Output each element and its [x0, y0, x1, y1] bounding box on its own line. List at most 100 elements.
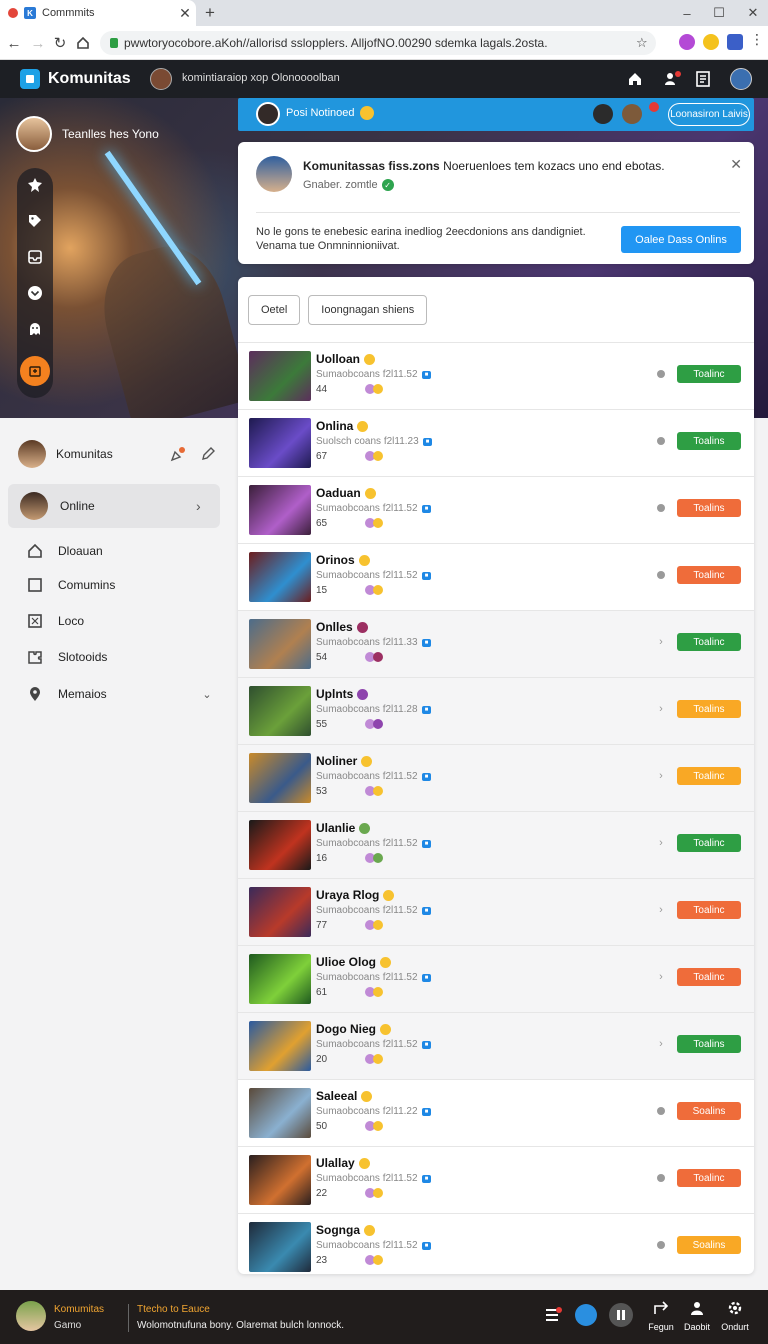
list-item[interactable]: Oaduan Sumaobcoans f2l11.52 ■ 65 Toalins — [238, 476, 754, 543]
inbox-icon[interactable] — [25, 248, 45, 266]
document-icon[interactable] — [693, 69, 713, 89]
status-button[interactable]: Toalins — [677, 700, 741, 718]
status-dot-icon[interactable] — [656, 369, 666, 379]
bookmark-star-icon[interactable]: ☆ — [636, 35, 656, 51]
chevron-down-circle-icon[interactable] — [25, 284, 45, 302]
chevron-right-icon[interactable]: › — [656, 636, 666, 648]
chevron-right-icon[interactable]: › — [656, 904, 666, 916]
status-button[interactable]: Toalinc — [677, 968, 741, 986]
globe-icon[interactable] — [575, 1304, 597, 1326]
tag-icon[interactable] — [25, 212, 45, 230]
app-header: Komunitas komintiaraiop xop Olonoooolban — [0, 60, 768, 98]
list-item[interactable]: Orinos Sumaobcoans f2l11.52 ■ 15 Toalinc — [238, 543, 754, 610]
hero-user[interactable]: Teanlles hes Yono — [16, 116, 159, 152]
list-item[interactable]: Dogo Nieg Sumaobcoans f2l11.52 ■ 20 › Toalins — [238, 1012, 754, 1079]
sidebar-item-comumins[interactable]: Comumins — [26, 576, 216, 594]
status-button[interactable]: Toalins — [677, 432, 741, 450]
minimize-button[interactable]: – — [672, 0, 702, 26]
status-dot-icon[interactable] — [656, 1106, 666, 1116]
status-button[interactable]: Toalinc — [677, 834, 741, 852]
friends-icon[interactable] — [663, 69, 683, 89]
sidebar-item-online[interactable]: Online › — [8, 484, 220, 528]
list-item[interactable]: Ulallay Sumaobcoans f2l11.52 ■ 22 Toalinc — [238, 1146, 754, 1213]
app-logo-icon[interactable] — [20, 69, 40, 89]
list-item[interactable]: Ulioe Olog Sumaobcoans f2l11.52 ■ 61 › Toalin… — [238, 945, 754, 1012]
notification-cta-button[interactable]: Oalee Dass Onlins — [621, 226, 741, 253]
chevron-down-icon[interactable]: ⌄ — [198, 685, 216, 703]
avatar[interactable] — [18, 440, 46, 468]
chevron-right-icon[interactable]: › — [656, 1038, 666, 1050]
forward-icon[interactable]: → — [27, 32, 49, 54]
reaction-icon — [373, 719, 383, 729]
new-tab-button[interactable]: + — [200, 2, 220, 24]
action-fegun[interactable]: Fegun — [641, 1300, 681, 1332]
url-bar[interactable]: pwwtoryocobore.aKoh//allorisd sslopplers… — [100, 31, 656, 55]
list-item[interactable]: Onlles Sumaobcoans f2l11.33 ■ 54 › Toalinc — [238, 610, 754, 677]
status-dot-icon[interactable] — [656, 503, 666, 513]
status-button[interactable]: Toalinc — [677, 767, 741, 785]
browser-tab[interactable]: K Commmits ✕ — [0, 0, 196, 26]
extension-icon[interactable] — [727, 34, 743, 50]
action-label: Daobit — [683, 1322, 710, 1332]
profile-avatar[interactable] — [730, 68, 752, 90]
extension-icon[interactable] — [679, 34, 695, 50]
edit-pencil-icon[interactable] — [198, 444, 218, 464]
status-dot-icon[interactable] — [656, 570, 666, 580]
avatar[interactable] — [256, 156, 292, 192]
list-menu-icon[interactable] — [543, 1305, 563, 1325]
action-daobit[interactable]: Daobit — [677, 1300, 717, 1332]
avatar[interactable] — [256, 102, 280, 126]
status-dot-icon[interactable] — [656, 1240, 666, 1250]
status-button[interactable]: Toalinc — [677, 633, 741, 651]
list-item[interactable]: Saleeal Sumaobcoans f2l11.22 ■ 50 Soalins — [238, 1079, 754, 1146]
menu-kebab-icon[interactable]: ⋮ — [750, 31, 766, 47]
sidebar-item-slotooids[interactable]: Slotooids — [26, 648, 216, 666]
avatar[interactable] — [150, 68, 172, 90]
list-item[interactable]: Ulanlie Sumaobcoans f2l11.52 ■ 16 › Toalinc — [238, 811, 754, 878]
status-button[interactable]: Soalins — [677, 1102, 741, 1120]
add-friend-icon[interactable] — [168, 444, 188, 464]
avatar[interactable] — [16, 1301, 46, 1331]
back-icon[interactable]: ← — [3, 32, 25, 54]
status-dot-icon[interactable] — [656, 1173, 666, 1183]
status-button[interactable]: Toalins — [677, 1035, 741, 1053]
sidebar-item-dloauan[interactable]: Dloauan — [26, 542, 216, 560]
participant-avatar[interactable] — [622, 104, 642, 124]
ghost-icon[interactable] — [25, 320, 45, 338]
participant-avatar[interactable] — [593, 104, 613, 124]
game-badge-icon[interactable] — [20, 356, 50, 386]
list-item[interactable]: Uolloan Sumaobcoans f2l11.52 ■ 44 Toalinc — [238, 342, 754, 409]
filter-chip[interactable]: Oetel — [248, 295, 301, 325]
status-button[interactable]: Toalinc — [677, 365, 741, 383]
list-item[interactable]: Uplnts Sumaobcoans f2l11.28 ■ 55 › Toalins — [238, 677, 754, 744]
reload-icon[interactable]: ↻ — [49, 32, 71, 54]
chevron-right-icon[interactable]: › — [656, 770, 666, 782]
list-item[interactable]: Onlina Suolsch coans f2l11.23 ■ 67 Toalins — [238, 409, 754, 476]
close-icon[interactable]: ✕ — [730, 156, 742, 173]
list-item[interactable]: Noliner Sumaobcoans f2l11.52 ■ 53 › Toalinc — [238, 744, 754, 811]
action-ondurt[interactable]: Ondurt — [715, 1300, 755, 1332]
status-button[interactable]: Toalinc — [677, 1169, 741, 1187]
chevron-right-icon[interactable]: › — [656, 971, 666, 983]
list-item[interactable]: Sognga Sumaobcoans f2l11.52 ■ 23 Soalins — [238, 1213, 754, 1274]
status-button[interactable]: Toalins — [677, 499, 741, 517]
status-button[interactable]: Soalins — [677, 1236, 741, 1254]
status-dot-icon[interactable] — [656, 436, 666, 446]
close-window-button[interactable]: ✕ — [738, 0, 768, 26]
close-tab-icon[interactable]: ✕ — [174, 5, 196, 22]
home-icon[interactable] — [72, 32, 94, 54]
status-button[interactable]: Toalinc — [677, 566, 741, 584]
status-button[interactable]: Toalinc — [677, 901, 741, 919]
sidebar-item-loco[interactable]: Loco — [26, 612, 216, 630]
filter-chip[interactable]: Ioongnagan shiens — [308, 295, 428, 325]
gamepad-icon[interactable] — [25, 176, 45, 194]
chevron-right-icon[interactable]: › — [656, 703, 666, 715]
maximize-button[interactable]: ☐ — [704, 0, 734, 26]
chevron-right-icon[interactable]: › — [656, 837, 666, 849]
extension-icon[interactable] — [703, 34, 719, 50]
promo-button[interactable]: Loonasiron Laivis — [668, 103, 750, 126]
home-icon[interactable] — [625, 69, 645, 89]
sidebar-item-memaios[interactable]: Memaios ⌄ — [26, 685, 216, 703]
pause-icon[interactable] — [609, 1303, 633, 1327]
list-item[interactable]: Uraya Rlog Sumaobcoans f2l11.52 ■ 77 › Toalin… — [238, 878, 754, 945]
